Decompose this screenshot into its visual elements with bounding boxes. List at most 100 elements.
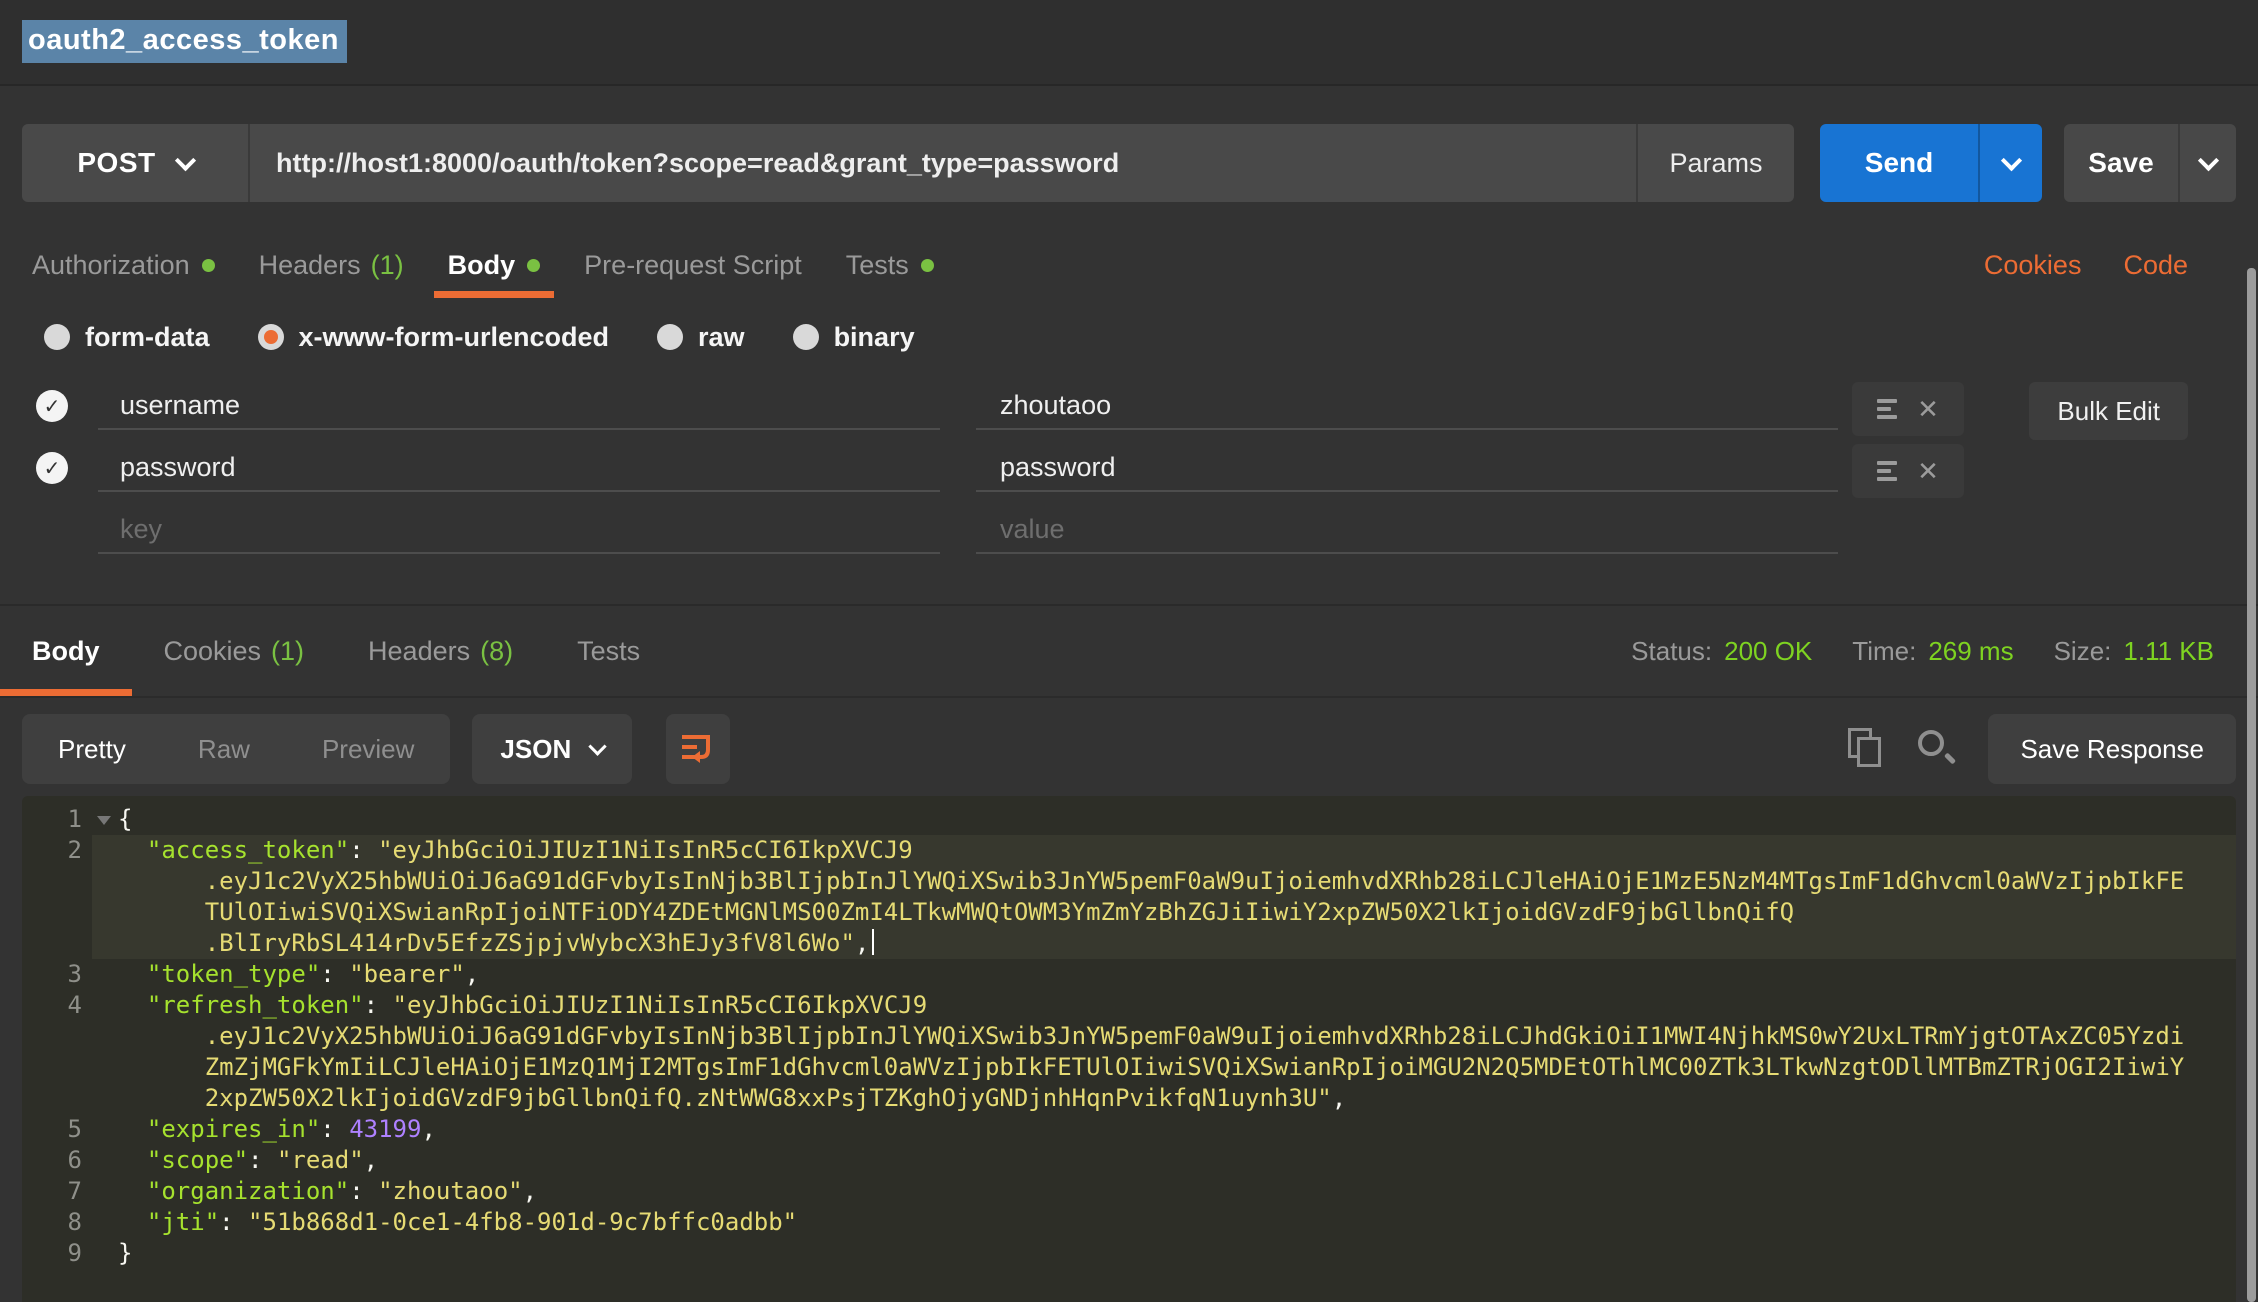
request-tab-title[interactable]: oauth2_access_token (22, 20, 347, 63)
send-label[interactable]: Send (1820, 124, 1980, 202)
response-metrics: Status: 200 OK Time: 269 ms Size: 1.11 K… (1631, 606, 2258, 696)
chevron-down-icon (2197, 150, 2218, 171)
code-line: 2"access_token": "eyJhbGciOiJIUzI1NiIsIn… (22, 835, 2236, 866)
code-line: 6"scope": "read", (22, 1145, 2236, 1176)
text-cursor (872, 929, 874, 955)
vertical-scrollbar[interactable] (2247, 268, 2256, 1302)
save-button[interactable]: Save (2064, 124, 2236, 202)
tab-label: Headers (259, 250, 361, 281)
row-actions: ✕ (1852, 382, 1964, 436)
code-line: 2xpZW50X2lkIjoidGVzdF9jbGllbnQifQ.zNtWWG… (22, 1083, 2236, 1114)
copy-icon[interactable] (1848, 728, 1884, 770)
fold-arrow-icon[interactable] (92, 804, 118, 835)
radio-binary[interactable]: binary (793, 322, 915, 353)
send-button[interactable]: Send (1820, 124, 2042, 202)
drag-handle-icon[interactable] (1877, 461, 1897, 481)
delete-row-icon[interactable]: ✕ (1917, 458, 1939, 484)
row-actions: ✕ (1852, 444, 1964, 498)
tab-pre-request-script[interactable]: Pre-request Script (562, 236, 824, 294)
tab-label: Body (32, 636, 100, 667)
urlencoded-kv-editor: ✓ username zhoutaoo ✕ ✓ password passwor… (22, 382, 2236, 568)
response-tab-cookies[interactable]: Cookies (1) (132, 606, 337, 696)
key-field-placeholder[interactable]: key (98, 506, 940, 554)
code-line: .eyJ1c2VyX25hbWUiOiJ6aG91dGFvbyIsInNjb3B… (22, 1021, 2236, 1052)
tab-label: Cookies (164, 636, 262, 667)
view-pretty[interactable]: Pretty (22, 714, 162, 784)
size-value: 1.11 KB (2123, 636, 2214, 667)
drag-handle-icon[interactable] (1877, 399, 1897, 419)
value-field[interactable]: zhoutaoo (976, 382, 1838, 430)
search-icon[interactable] (1916, 728, 1956, 770)
params-button[interactable]: Params (1636, 124, 1794, 202)
save-label[interactable]: Save (2064, 124, 2180, 202)
metric-label: Size: (2054, 636, 2112, 667)
time-value: 269 ms (1928, 636, 2013, 667)
format-label: JSON (500, 734, 571, 765)
status-value: 200 OK (1724, 636, 1812, 667)
send-options-caret[interactable] (1980, 124, 2042, 202)
radio-label: binary (834, 322, 915, 353)
view-preview[interactable]: Preview (286, 714, 450, 784)
tab-label: Headers (368, 636, 470, 667)
save-response-button[interactable]: Save Response (1988, 714, 2236, 784)
value-field[interactable]: password (976, 444, 1838, 492)
kv-row-empty: key value (22, 506, 2236, 568)
tab-label: Pre-request Script (584, 250, 802, 281)
bulk-edit-button[interactable]: Bulk Edit (2029, 382, 2188, 440)
url-input[interactable]: http://host1:8000/oauth/token?scope=read… (250, 124, 1636, 202)
request-links: Cookies Code (1984, 236, 2236, 294)
row-checkbox[interactable]: ✓ (36, 390, 68, 422)
response-tabs: Body Cookies (1) Headers (8) Tests (0, 606, 672, 696)
metric-label: Time: (1852, 636, 1916, 667)
tab-count-badge: (1) (271, 636, 304, 667)
format-select[interactable]: JSON (472, 714, 632, 784)
value-field-placeholder[interactable]: value (976, 506, 1838, 554)
radio-icon (657, 324, 683, 350)
radio-icon (793, 324, 819, 350)
tab-label: Body (448, 250, 516, 281)
radio-form-data[interactable]: form-data (44, 322, 210, 353)
request-tab-bar: oauth2_access_token (0, 0, 2258, 86)
code-line: 3"token_type": "bearer", (22, 959, 2236, 990)
method-label: POST (77, 147, 155, 179)
tab-authorization[interactable]: Authorization (10, 236, 237, 294)
row-checkbox[interactable]: ✓ (36, 452, 68, 484)
postman-window: oauth2_access_token POST http://host1:80… (0, 0, 2258, 1302)
response-tab-body[interactable]: Body (0, 606, 132, 696)
kv-row-password: ✓ password password ✕ (22, 444, 2236, 506)
wrap-text-button[interactable] (666, 714, 730, 784)
code-line: 5"expires_in": 43199, (22, 1114, 2236, 1145)
radio-label: form-data (85, 322, 210, 353)
tab-count-badge: (1) (371, 250, 404, 281)
save-options-caret[interactable] (2180, 124, 2236, 202)
tab-label: Tests (846, 250, 909, 281)
size-metric: Size: 1.11 KB (2054, 636, 2214, 667)
code-line: TUlOIiwiSVQiXSwianRpIjoiNTFiODY4ZDEtMGNl… (22, 897, 2236, 928)
url-text: http://host1:8000/oauth/token?scope=read… (276, 148, 1119, 179)
response-toolbar: Pretty Raw Preview JSON Save Response (22, 714, 2236, 784)
request-tabs: Authorization Headers (1) Body Pre-reque… (10, 236, 2236, 294)
tab-tests[interactable]: Tests (824, 236, 956, 294)
response-tab-headers[interactable]: Headers (8) (336, 606, 545, 696)
response-tab-tests[interactable]: Tests (545, 606, 672, 696)
code-lines: 1{2"access_token": "eyJhbGciOiJIUzI1NiIs… (22, 804, 2236, 1269)
delete-row-icon[interactable]: ✕ (1917, 396, 1939, 422)
code-line: ZmZjMGFkYmIiLCJleHAiOjE1MzQ1MjI2MTgsImF1… (22, 1052, 2236, 1083)
radio-raw[interactable]: raw (657, 322, 745, 353)
response-body-editor[interactable]: 1{2"access_token": "eyJhbGciOiJIUzI1NiIs… (22, 796, 2236, 1302)
code-link[interactable]: Code (2123, 250, 2188, 281)
tab-body[interactable]: Body (426, 236, 563, 294)
method-select[interactable]: POST (22, 124, 250, 202)
key-field[interactable]: password (98, 444, 940, 492)
cookies-link[interactable]: Cookies (1984, 250, 2082, 281)
key-field[interactable]: username (98, 382, 940, 430)
response-header: Body Cookies (1) Headers (8) Tests Statu… (0, 606, 2258, 698)
radio-icon (44, 324, 70, 350)
tab-headers[interactable]: Headers (1) (237, 236, 426, 294)
radio-x-www-form-urlencoded[interactable]: x-www-form-urlencoded (258, 322, 610, 353)
wrap-text-icon (678, 729, 718, 769)
status-metric: Status: 200 OK (1631, 636, 1812, 667)
code-line: 1{ (22, 804, 2236, 835)
chevron-down-icon (589, 737, 607, 755)
view-raw[interactable]: Raw (162, 714, 286, 784)
